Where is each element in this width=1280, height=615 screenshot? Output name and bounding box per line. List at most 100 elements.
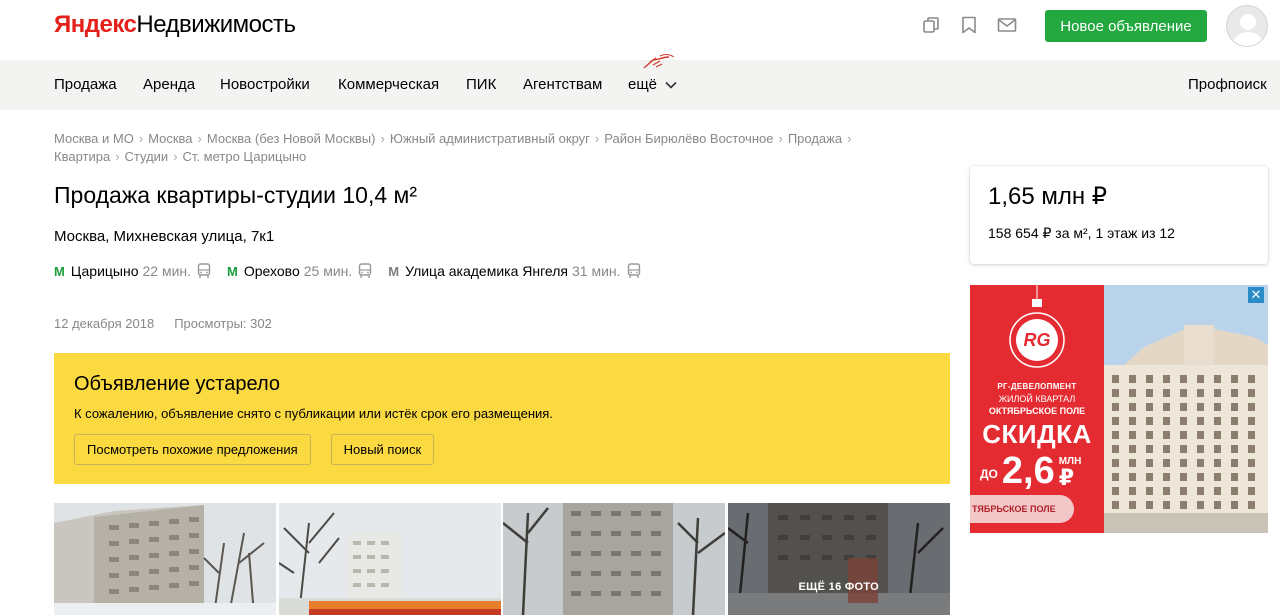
building-window <box>1112 431 1119 439</box>
building-window <box>1197 403 1204 411</box>
pointing-hand-icon <box>643 54 675 69</box>
ad-unit-bottom: ₽ <box>1058 465 1075 490</box>
nav-item-rent[interactable]: Аренда <box>143 76 195 93</box>
photo-thumbnail[interactable] <box>278 503 502 615</box>
ad-logo: RG <box>1023 330 1051 350</box>
breadcrumb-item[interactable]: Район Бирюлёво Восточное <box>604 131 773 146</box>
building-window <box>1197 459 1204 467</box>
building-window <box>1197 487 1204 495</box>
listing-address: Москва, Михневская улица, 7к1 <box>54 228 275 245</box>
ad-amount: ДО 2,6 МЛН ₽ <box>980 450 1081 492</box>
building-window <box>1180 487 1187 495</box>
notice-heading: Объявление устарело <box>74 373 280 395</box>
building-window <box>1129 375 1136 383</box>
metro-station: М Орехово 25 мин. <box>227 263 372 279</box>
breadcrumb-item[interactable]: Продажа <box>788 131 842 146</box>
breadcrumb-item[interactable]: Москва <box>148 131 192 146</box>
breadcrumb-item[interactable]: Ст. метро Царицыно <box>183 149 307 164</box>
photo-thumbnail[interactable] <box>54 503 277 615</box>
building-window <box>1197 431 1204 439</box>
building-windows <box>1112 375 1255 509</box>
metro-icon: М <box>227 263 238 279</box>
bookmark-icon[interactable] <box>958 14 980 36</box>
ad-banner[interactable]: RG РГ-ДЕВЕЛОПМЕНТ ЖИЛОЙ КВАРТАЛ ОКТЯБРЬС… <box>970 285 1268 533</box>
logo-brand: Яндекс <box>54 11 137 38</box>
bus-icon <box>627 263 641 279</box>
new-listing-button[interactable]: Новое объявление <box>1045 10 1207 42</box>
building-window <box>1248 487 1255 495</box>
ad-amount-value: 2,6 <box>1001 450 1055 492</box>
building-window <box>1146 487 1153 495</box>
building-window <box>1146 375 1153 383</box>
building-window <box>1197 375 1204 383</box>
building-window <box>1146 473 1153 481</box>
building-window <box>1146 459 1153 467</box>
breadcrumb: Москва и МО › Москва › Москва (без Новой Мос… <box>54 131 852 164</box>
building-window <box>1163 445 1170 453</box>
building-window <box>1129 473 1136 481</box>
nav-item-commercial[interactable]: Коммерческая <box>338 76 439 93</box>
close-icon[interactable]: ✕ <box>1248 287 1264 303</box>
building-window <box>1112 375 1119 383</box>
building-window <box>1248 417 1255 425</box>
building-window <box>1163 375 1170 383</box>
photo-thumbnail[interactable] <box>503 503 726 615</box>
building-window <box>1163 431 1170 439</box>
price-card: 1,65 млн ₽ 158 654 ₽ за м², 1 этаж из 12 <box>970 166 1268 264</box>
building-window <box>1129 417 1136 425</box>
metro-name: Орехово <box>243 263 300 279</box>
nav-item-pik[interactable]: ПИК <box>466 76 496 93</box>
building-window <box>1231 417 1238 425</box>
price-details: 158 654 ₽ за м², 1 этаж из 12 <box>988 225 1175 241</box>
building-window <box>1214 417 1221 425</box>
breadcrumb-item[interactable]: Москва и МО <box>54 131 134 146</box>
metro-icon: М <box>54 263 65 279</box>
building-window <box>1146 431 1153 439</box>
metro-station: М Улица академика Янгеля 31 мин. <box>388 263 640 279</box>
building-window <box>1214 473 1221 481</box>
building-window <box>1248 375 1255 383</box>
avatar[interactable] <box>1226 5 1268 47</box>
building-window <box>1214 459 1221 467</box>
bus-icon <box>197 263 211 279</box>
nav-more-label: ещё <box>628 76 658 93</box>
mail-icon[interactable] <box>996 14 1018 36</box>
building-window <box>1129 501 1136 509</box>
building-window <box>1231 473 1238 481</box>
building-window <box>1163 501 1170 509</box>
logo[interactable]: ЯндексНедвижимость <box>54 11 296 39</box>
compare-icon[interactable] <box>920 14 942 36</box>
breadcrumb-item[interactable]: Южный административный округ <box>390 131 590 146</box>
photo-thumbnail[interactable]: ЕЩЁ 16 ФОТО <box>727 503 951 615</box>
bus-icon <box>358 263 372 279</box>
similar-offers-button[interactable]: Посмотреть похожие предложения <box>74 434 311 465</box>
building-window <box>1214 389 1221 397</box>
building-window <box>1180 389 1187 397</box>
metro-name: Царицыно <box>70 263 139 279</box>
nav-item-agencies[interactable]: Агентствам <box>523 76 602 93</box>
breadcrumb-item[interactable]: Квартира <box>54 149 110 164</box>
building-window <box>1197 501 1204 509</box>
building-window <box>1197 389 1204 397</box>
building-window <box>1197 445 1204 453</box>
building-window <box>1231 445 1238 453</box>
header-icons <box>920 14 1018 36</box>
building-window <box>1180 417 1187 425</box>
building-window <box>1231 431 1238 439</box>
main-nav: Продажа Аренда Новостройки Коммерческая … <box>0 54 1280 110</box>
building-window <box>1180 403 1187 411</box>
building-window <box>1129 389 1136 397</box>
notice-text: К сожалению, объявление снято с публикац… <box>74 406 553 421</box>
chevron-down-icon <box>665 81 677 89</box>
nav-item-new-buildings[interactable]: Новостройки <box>220 76 310 93</box>
pro-search-link[interactable]: Профпоиск <box>1188 76 1267 93</box>
building-window <box>1146 445 1153 453</box>
breadcrumb-item[interactable]: Студии <box>125 149 169 164</box>
breadcrumb-item[interactable]: Москва (без Новой Москвы) <box>207 131 376 146</box>
new-search-button[interactable]: Новый поиск <box>330 434 435 465</box>
nav-more-menu[interactable]: ещё <box>628 76 677 93</box>
nav-item-sale[interactable]: Продажа <box>54 76 117 93</box>
listing-meta: 12 декабря 2018 Просмотры: 302 <box>54 316 272 331</box>
building-window <box>1129 445 1136 453</box>
building-window <box>1146 501 1153 509</box>
